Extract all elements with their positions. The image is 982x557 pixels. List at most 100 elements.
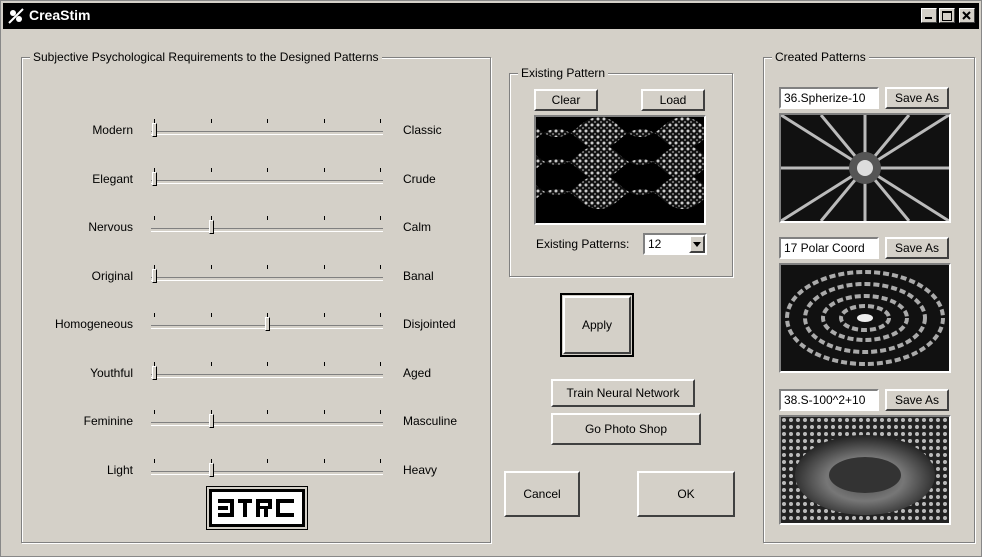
slider-tick: [324, 459, 325, 463]
slider-tick: [324, 362, 325, 366]
scale-left-label: Light: [106, 463, 133, 477]
slider-thumb[interactable]: [152, 366, 157, 380]
scale-slider[interactable]: [151, 410, 383, 430]
creastim-window: CreaStim Subjective Psychological Requir…: [0, 0, 982, 557]
scale-left-label: Feminine: [83, 414, 133, 428]
save-as-button-2[interactable]: Save As: [885, 237, 949, 259]
slider-tick: [154, 313, 155, 317]
slider-tick: [380, 313, 381, 317]
slider-thumb[interactable]: [152, 123, 157, 137]
close-button[interactable]: [959, 8, 975, 23]
created-pattern-image-1: [779, 113, 951, 223]
app-icon: [8, 8, 24, 24]
wave-pattern-image: [536, 117, 704, 223]
slider-thumb[interactable]: [152, 269, 157, 283]
scale-right-label: Disjointed: [403, 317, 456, 331]
created-pattern-name-3[interactable]: 38.S-100^2+10: [779, 389, 879, 411]
created-patterns-title: Created Patterns: [772, 50, 869, 64]
slider-tick: [380, 459, 381, 463]
spherize-pattern-image: [781, 115, 949, 221]
slider-track: [151, 180, 383, 184]
slider-tick: [380, 168, 381, 172]
slider-tick: [324, 265, 325, 269]
slider-thumb[interactable]: [209, 463, 214, 477]
slider-tick: [154, 459, 155, 463]
cancel-button[interactable]: Cancel: [504, 471, 580, 517]
minimize-button[interactable]: [921, 8, 937, 23]
existing-pattern-title: Existing Pattern: [518, 66, 609, 80]
slider-tick: [267, 265, 268, 269]
slider-tick: [267, 362, 268, 366]
train-neural-network-button[interactable]: Train Neural Network: [551, 379, 695, 407]
slider-tick: [380, 216, 381, 220]
scale-slider[interactable]: [151, 313, 383, 333]
scale-slider[interactable]: [151, 362, 383, 382]
scale-right-label: Calm: [403, 220, 432, 234]
slider-tick: [211, 119, 212, 123]
slider-tick: [324, 168, 325, 172]
ok-button[interactable]: OK: [637, 471, 735, 517]
distort-pattern-image: [781, 417, 949, 523]
scale-slider[interactable]: [151, 265, 383, 285]
created-pattern-name-2[interactable]: 17 Polar Coord: [779, 237, 879, 259]
scale-left-label: Youthful: [90, 366, 133, 380]
slider-tick: [380, 362, 381, 366]
slider-thumb[interactable]: [265, 317, 270, 331]
slider-tick: [267, 168, 268, 172]
scale-right-label: Classic: [403, 123, 442, 137]
slider-tick: [324, 313, 325, 317]
scale-left-label: Elegant: [92, 172, 133, 186]
load-button[interactable]: Load: [641, 89, 705, 111]
created-pattern-name-1[interactable]: 36.Spherize-10: [779, 87, 879, 109]
slider-thumb[interactable]: [209, 414, 214, 428]
save-as-button-3[interactable]: Save As: [885, 389, 949, 411]
scale-right-label: Heavy: [403, 463, 438, 477]
scale-slider[interactable]: [151, 168, 383, 188]
existing-patterns-value: 12: [648, 237, 662, 251]
minimize-icon: [925, 17, 932, 19]
existing-pattern-image: [534, 115, 706, 225]
scale-right-label: Crude: [403, 172, 436, 186]
close-icon: [962, 11, 971, 20]
slider-tick: [380, 119, 381, 123]
slider-tick: [211, 362, 212, 366]
slider-tick: [324, 119, 325, 123]
slider-thumb[interactable]: [152, 172, 157, 186]
dropdown-button[interactable]: [689, 235, 705, 253]
slider-tick: [154, 216, 155, 220]
slider-tick: [267, 216, 268, 220]
apply-button[interactable]: Apply: [563, 296, 631, 354]
slider-track: [151, 471, 383, 475]
slider-track: [151, 422, 383, 426]
clear-button[interactable]: Clear: [534, 89, 598, 111]
created-pattern-image-2: [779, 263, 951, 373]
window-title: CreaStim: [29, 7, 91, 23]
scale-slider[interactable]: [151, 216, 383, 236]
slider-tick: [211, 313, 212, 317]
scale-left-label: Modern: [92, 123, 133, 137]
scale-slider[interactable]: [151, 459, 383, 479]
dtrc-logo-image: [218, 499, 294, 517]
polar-coord-pattern-image: [781, 265, 949, 371]
scale-left-label: Original: [91, 269, 133, 283]
slider-track: [151, 228, 383, 232]
slider-track: [151, 277, 383, 281]
save-as-button-1[interactable]: Save As: [885, 87, 949, 109]
scale-left-label: Nervous: [88, 220, 133, 234]
slider-tick: [211, 168, 212, 172]
slider-track: [151, 374, 383, 378]
slider-tick: [324, 216, 325, 220]
maximize-button[interactable]: [939, 8, 955, 23]
slider-tick: [380, 410, 381, 414]
scale-slider[interactable]: [151, 119, 383, 139]
existing-patterns-label: Existing Patterns:: [536, 237, 630, 251]
scale-right-label: Aged: [403, 366, 432, 380]
slider-tick: [211, 265, 212, 269]
chevron-down-icon: [693, 241, 701, 247]
slider-thumb[interactable]: [209, 220, 214, 234]
scale-right-label: Banal: [403, 269, 434, 283]
go-photoshop-button[interactable]: Go Photo Shop: [551, 413, 701, 445]
requirements-title: Subjective Psychological Requirements to…: [30, 50, 382, 64]
slider-tick: [380, 265, 381, 269]
title-bar[interactable]: CreaStim: [3, 3, 979, 29]
